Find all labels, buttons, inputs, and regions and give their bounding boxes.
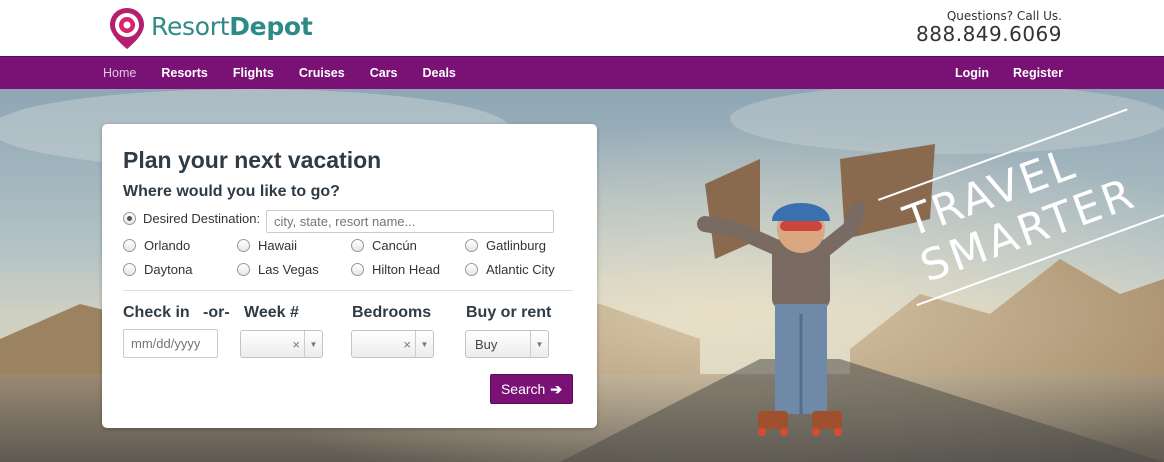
radio-hilton-head[interactable] — [351, 263, 364, 276]
search-title: Plan your next vacation — [123, 147, 382, 173]
phone-number[interactable]: 888.849.6069 — [916, 23, 1062, 45]
option-hilton-head[interactable]: Hilton Head — [351, 262, 440, 277]
nav-login[interactable]: Login — [955, 66, 989, 80]
main-nav: Home Resorts Flights Cruises Cars Deals … — [0, 56, 1164, 89]
radio-gatlinburg[interactable] — [465, 239, 478, 252]
nav-cruises[interactable]: Cruises — [299, 66, 345, 80]
clear-icon[interactable]: × — [292, 337, 300, 352]
option-atlantic-city[interactable]: Atlantic City — [465, 262, 555, 277]
buy-rent-select-value: Buy — [475, 337, 498, 352]
radio-cancun[interactable] — [351, 239, 364, 252]
chevron-down-icon[interactable]: ▼ — [304, 331, 322, 357]
contact-info: Questions? Call Us. 888.849.6069 — [916, 9, 1062, 45]
nav-resorts[interactable]: Resorts — [161, 66, 208, 80]
divider — [123, 290, 573, 291]
option-hawaii[interactable]: Hawaii — [237, 238, 297, 253]
chevron-down-icon[interactable]: ▼ — [415, 331, 433, 357]
logo[interactable]: ResortDepot — [108, 6, 313, 50]
week-select[interactable]: × ▼ — [240, 330, 323, 358]
radio-atlantic-city[interactable] — [465, 263, 478, 276]
desired-destination-option[interactable]: Desired Destination: — [123, 211, 260, 226]
option-orlando[interactable]: Orlando — [123, 238, 190, 253]
search-button-label: Search — [500, 381, 546, 397]
nav-register[interactable]: Register — [1013, 66, 1063, 80]
contact-question: Questions? Call Us. — [946, 9, 1062, 23]
week-label: Week # — [244, 304, 299, 321]
checkin-label: Check in — [123, 304, 190, 321]
option-gatlinburg[interactable]: Gatlinburg — [465, 238, 546, 253]
nav-cars[interactable]: Cars — [370, 66, 398, 80]
checkin-date-input[interactable] — [123, 329, 218, 358]
nav-home[interactable]: Home — [103, 66, 136, 80]
bedrooms-select[interactable]: × ▼ — [351, 330, 434, 358]
radio-las-vegas[interactable] — [237, 263, 250, 276]
radio-hawaii[interactable] — [237, 239, 250, 252]
logo-text: ResortDepot — [151, 11, 313, 41]
nav-flights[interactable]: Flights — [233, 66, 274, 80]
arrow-right-icon: ➔ — [550, 380, 563, 397]
bedrooms-label: Bedrooms — [352, 304, 432, 321]
or-label: -or- — [203, 304, 230, 321]
search-subtitle: Where would you like to go? — [123, 183, 340, 200]
chevron-down-icon[interactable]: ▼ — [530, 331, 548, 357]
radio-daytona[interactable] — [123, 263, 136, 276]
search-button[interactable]: Search ➔ — [490, 374, 573, 404]
location-pin-icon — [110, 8, 144, 49]
radio-orlando[interactable] — [123, 239, 136, 252]
destination-input[interactable] — [266, 210, 554, 233]
clear-icon[interactable]: × — [403, 337, 411, 352]
option-daytona[interactable]: Daytona — [123, 262, 192, 277]
desired-destination-label: Desired Destination: — [143, 211, 261, 226]
radio-desired-destination[interactable] — [123, 212, 136, 225]
buy-rent-label: Buy or rent — [466, 304, 552, 321]
site-header: ResortDepot Questions? Call Us. 888.849.… — [0, 0, 1164, 56]
nav-deals[interactable]: Deals — [423, 66, 456, 80]
search-card: Plan your next vacation Where would you … — [102, 124, 597, 428]
option-las-vegas[interactable]: Las Vegas — [237, 262, 319, 277]
buy-rent-select[interactable]: Buy ▼ — [465, 330, 549, 358]
option-cancun[interactable]: Cancún — [351, 238, 417, 253]
